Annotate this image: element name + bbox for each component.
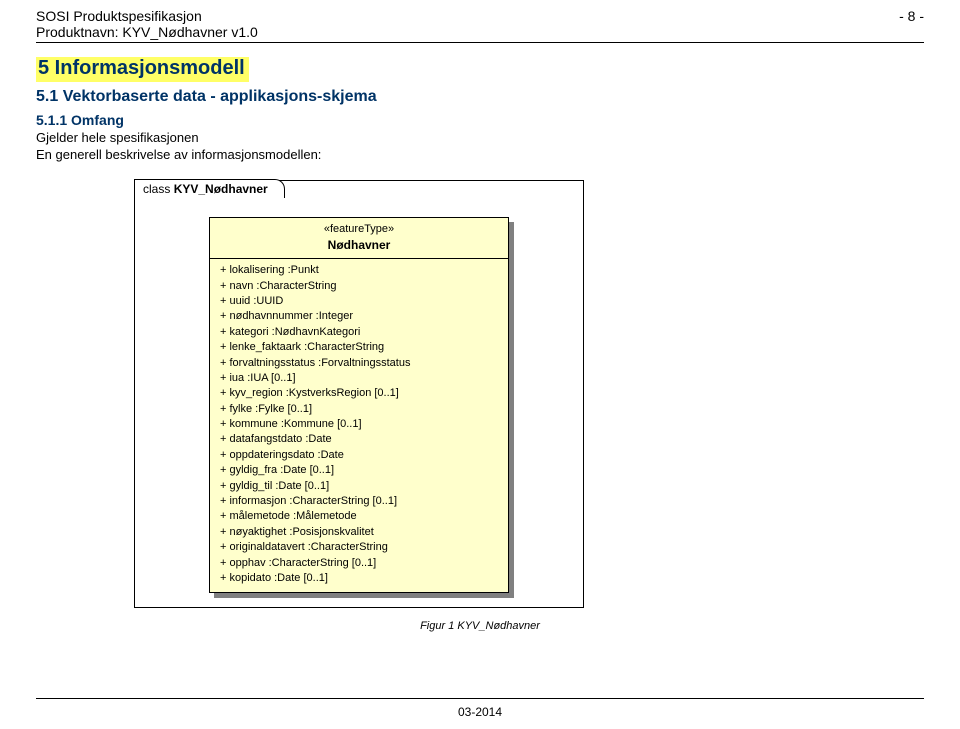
uml-attributes: + lokalisering :Punkt+ navn :CharacterSt… [210, 259, 508, 592]
section-5-1-title: 5.1 Vektorbaserte data - applikasjons-sk… [36, 88, 924, 106]
doc-title: SOSI Produktspesifikasjon [36, 8, 258, 24]
uml-attribute-row: + iua :IUA [0..1] [220, 371, 498, 386]
page-number: - 8 - [899, 8, 924, 40]
uml-attribute-row: + målemetode :Målemetode [220, 509, 498, 524]
product-name: Produktnavn: KYV_Nødhavner v1.0 [36, 24, 258, 40]
footer-date: 03-2014 [0, 705, 960, 719]
uml-attribute-row: + nødhavnnummer :Integer [220, 309, 498, 324]
class-diagram-frame: class KYV_Nødhavner «featureType» Nødhav… [134, 180, 584, 608]
uml-attribute-row: + informasjon :CharacterString [0..1] [220, 494, 498, 509]
uml-attribute-row: + kyv_region :KystverksRegion [0..1] [220, 386, 498, 401]
section-5-1-1-title: 5.1.1 Omfang [36, 112, 924, 128]
uml-attribute-row: + lokalisering :Punkt [220, 263, 498, 278]
diagram-tab: class KYV_Nødhavner [134, 179, 285, 198]
figure-caption: Figur 1 KYV_Nødhavner [36, 620, 924, 632]
uml-stereotype: «featureType» [216, 222, 502, 237]
uml-attribute-row: + kategori :NødhavnKategori [220, 325, 498, 340]
footer-rule [36, 698, 924, 699]
uml-attribute-row: + gyldig_fra :Date [0..1] [220, 463, 498, 478]
uml-attribute-row: + oppdateringsdato :Date [220, 448, 498, 463]
uml-attribute-row: + navn :CharacterString [220, 279, 498, 294]
uml-attribute-row: + fylke :Fylke [0..1] [220, 402, 498, 417]
section-5-title: 5 Informasjonsmodell [36, 57, 249, 82]
diagram-tab-name: KYV_Nødhavner [174, 182, 268, 196]
uml-classname: Nødhavner [216, 237, 502, 254]
uml-attribute-row: + kommune :Kommune [0..1] [220, 417, 498, 432]
uml-attribute-row: + opphav :CharacterString [0..1] [220, 556, 498, 571]
uml-attribute-row: + nøyaktighet :Posisjonskvalitet [220, 525, 498, 540]
para-scope-2: En generell beskrivelse av informasjonsm… [36, 147, 924, 162]
diagram-tab-prefix: class [143, 182, 174, 196]
uml-class-box: «featureType» Nødhavner + lokalisering :… [209, 217, 509, 593]
uml-attribute-row: + originaldatavert :CharacterString [220, 540, 498, 555]
uml-attribute-row: + kopidato :Date [0..1] [220, 571, 498, 586]
uml-attribute-row: + lenke_faktaark :CharacterString [220, 340, 498, 355]
uml-attribute-row: + uuid :UUID [220, 294, 498, 309]
uml-attribute-row: + gyldig_til :Date [0..1] [220, 479, 498, 494]
uml-attribute-row: + forvaltningsstatus :Forvaltningsstatus [220, 356, 498, 371]
uml-attribute-row: + datafangstdato :Date [220, 432, 498, 447]
para-scope-1: Gjelder hele spesifikasjonen [36, 130, 924, 145]
header-rule [36, 42, 924, 43]
